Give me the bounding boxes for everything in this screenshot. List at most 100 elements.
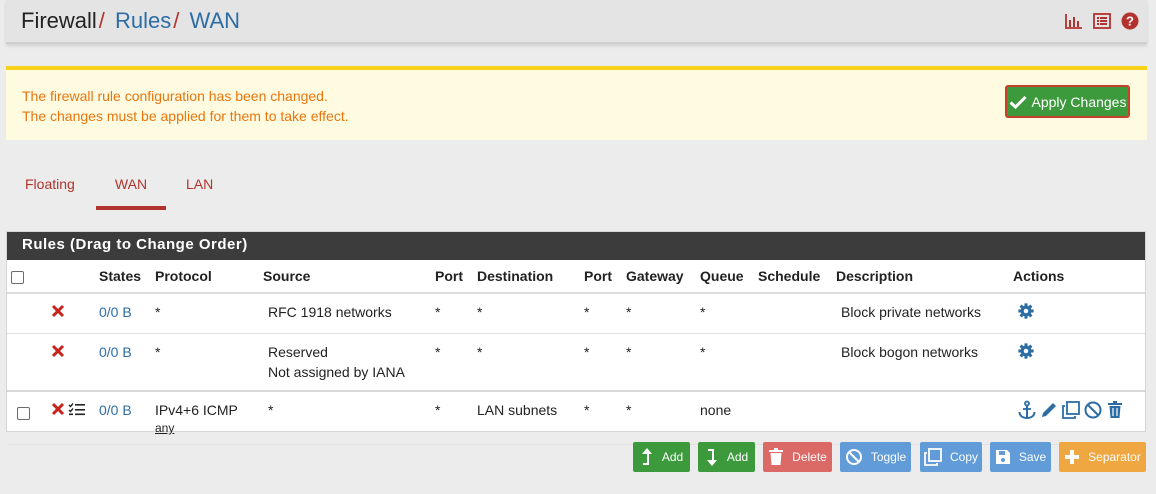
save-label: Save [1018,450,1047,464]
anchor-icon[interactable] [1017,400,1037,420]
breadcrumb: Firewall/ Rules/ WAN [21,8,240,34]
col-protocol: Protocol [151,260,259,294]
delete-label: Delete [792,450,827,464]
disable-icon[interactable] [1083,400,1103,420]
tab-floating[interactable]: Floating [25,166,75,210]
rule-gateway: * [626,304,632,320]
check-icon [1009,95,1027,109]
block-icon [51,304,65,318]
list-icon[interactable] [1092,11,1111,30]
table-row: 0/0 B IPv4+6 ICMP any * * LAN subnets * *… [7,391,1145,445]
rule-source-port: * [435,344,441,360]
rule-destination: * [477,344,483,360]
edit-icon[interactable] [1039,400,1059,420]
rule-description [832,391,1009,445]
col-description: Description [832,260,1009,294]
col-destination: Destination [473,260,580,294]
rule-description: Block bogon networks [841,344,978,360]
col-schedule: Schedule [754,260,832,294]
rule-schedule [754,334,832,392]
rule-schedule [754,293,832,334]
add-bottom-button[interactable]: Add [698,442,755,472]
gear-icon[interactable] [1017,302,1035,320]
rule-source: Reserved [268,344,328,360]
config-changed-alert: The firewall rule configuration has been… [6,66,1147,140]
add-top-button[interactable]: Add [633,442,690,472]
copy-button[interactable]: Copy [920,442,982,472]
col-actions: Actions [1009,260,1145,294]
rule-protocol: IPv4+6 ICMP [155,402,238,418]
rule-dest-port: * [584,304,590,320]
panel-title: Rules (Drag to Change Order) [7,232,1145,260]
add-bottom-label: Add [726,450,749,464]
breadcrumb-separator: / [173,8,180,33]
gear-icon[interactable] [1017,342,1035,360]
plus-icon [1065,450,1080,464]
rule-source-port: * [435,304,441,320]
rule-queue: * [700,344,706,360]
col-gateway: Gateway [622,260,696,294]
tab-lan[interactable]: LAN [186,166,213,210]
page-header: Firewall/ Rules/ WAN ? [6,0,1147,44]
alert-line-1: The firewall rule configuration has been… [22,88,328,104]
breadcrumb-firewall: Firewall [21,8,97,33]
svg-text:?: ? [1126,13,1134,28]
rule-dest-port: * [584,402,590,418]
checklist-icon[interactable] [68,402,86,416]
rule-states[interactable]: 0/0 B [95,391,151,445]
add-top-label: Add [661,450,684,464]
rule-schedule [754,391,832,445]
col-states: States [95,260,151,294]
arrow-down-icon [706,449,717,466]
rule-dest-port: * [584,344,590,360]
copy-label: Copy [949,450,978,464]
rule-destination: LAN subnets [477,402,558,418]
rule-select-checkbox[interactable] [17,406,30,420]
rule-source: RFC 1918 networks [268,304,392,320]
delete-icon[interactable] [1105,400,1125,420]
save-icon [995,450,1010,464]
tab-wan[interactable]: WAN [96,166,166,210]
rules-table: States Protocol Source Port Destination … [7,260,1145,445]
trash-icon [769,448,784,465]
breadcrumb-wan[interactable]: WAN [190,8,241,33]
rule-source-detail: Not assigned by IANA [268,364,405,380]
table-row: 0/0 B * RFC 1918 networks * * * * * Bloc… [7,293,1145,334]
table-row: 0/0 B * Reserved Not assigned by IANA * *… [7,334,1145,392]
rule-queue: none [700,402,732,418]
breadcrumb-separator: / [98,8,105,33]
col-queue: Queue [696,260,754,294]
copy-icon [924,448,942,466]
rule-queue: * [700,304,706,320]
rule-states[interactable]: 0/0 B [95,334,151,392]
chart-icon[interactable] [1064,11,1083,30]
rule-description: Block private networks [841,304,982,320]
ban-icon [845,449,862,465]
arrow-up-icon [641,448,652,465]
copy-icon[interactable] [1061,400,1081,420]
col-port: Port [431,260,473,294]
col-source: Source [259,260,431,294]
alert-line-2: The changes must be applied for them to … [22,108,349,124]
select-all-checkbox[interactable] [11,270,24,284]
rule-states[interactable]: 0/0 B [95,293,151,334]
toggle-button[interactable]: Toggle [840,442,911,472]
separator-label: Separator [1088,450,1141,464]
rule-protocol-type[interactable]: any [155,420,255,436]
block-icon[interactable] [51,402,65,416]
apply-changes-label: Apply Changes [1031,93,1127,110]
rule-gateway: * [626,344,632,360]
apply-changes-button[interactable]: Apply Changes [1005,85,1130,118]
help-icon[interactable]: ? [1120,11,1139,30]
rule-protocol: * [155,304,161,320]
toggle-label: Toggle [870,450,907,464]
separator-button[interactable]: Separator [1059,442,1146,472]
save-button[interactable]: Save [990,442,1051,472]
rule-gateway: * [626,402,632,418]
rules-panel: Rules (Drag to Change Order) States Prot… [6,231,1146,445]
table-header: States Protocol Source Port Destination … [7,260,1145,294]
col-port: Port [580,260,622,294]
delete-button[interactable]: Delete [763,442,832,472]
breadcrumb-rules[interactable]: Rules [115,8,171,33]
rule-destination: * [477,304,483,320]
